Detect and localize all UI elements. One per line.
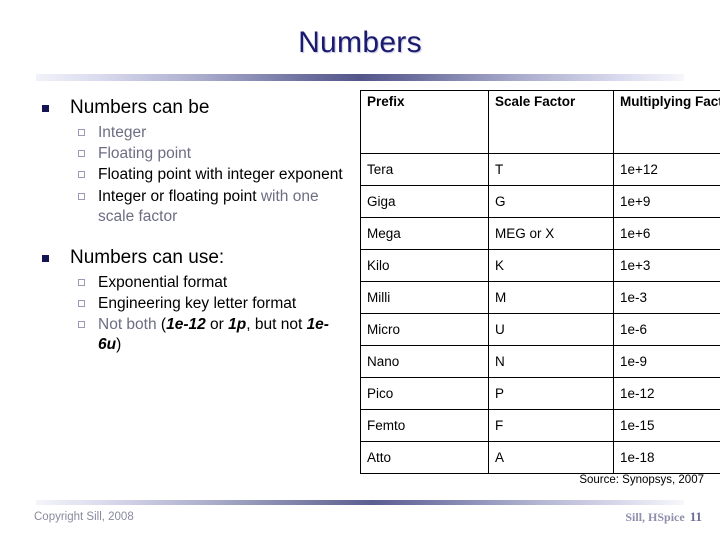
cell-scale: G (488, 185, 614, 218)
list-item-label: Floating point (98, 145, 192, 163)
hollow-square-bullet-icon (78, 171, 85, 179)
list-item: Floating point with integer exponent (30, 165, 352, 185)
hollow-square-bullet-icon (78, 192, 85, 200)
cell-scale: P (488, 377, 614, 410)
cell-multiplier: 1e+3 (613, 249, 720, 282)
cell-scale: F (488, 409, 614, 442)
bullet-content-panel: Numbers can be Integer Floating point Fl… (30, 96, 352, 357)
bullet-level1-numbers-can-be: Numbers can be (30, 96, 352, 119)
cell-scale: MEG or X (488, 217, 614, 250)
cell-prefix: Micro (360, 313, 489, 346)
hollow-square-bullet-icon (78, 129, 85, 137)
cell-multiplier: 1e-15 (613, 409, 720, 442)
table-row: Micro U 1e-6 (360, 313, 720, 346)
hollow-square-bullet-icon (78, 150, 85, 158)
column-header-prefix: Prefix (360, 90, 489, 154)
table-row: Atto A 1e-18 (360, 441, 720, 474)
table-row: Femto F 1e-15 (360, 409, 720, 442)
hollow-square-bullet-icon (78, 279, 85, 287)
table-row: Mega MEG or X 1e+6 (360, 217, 720, 250)
square-bullet-icon (42, 254, 49, 262)
list-item-label: Integer (98, 124, 147, 142)
list-item: Exponential format (30, 273, 352, 293)
table-body: Tera T 1e+12 Giga G 1e+9 Mega MEG or X 1… (360, 153, 720, 474)
hollow-square-bullet-icon (78, 300, 85, 308)
list-item: Floating point (30, 144, 352, 164)
title-divider-bar (36, 74, 684, 81)
list-item: Not both (1e-12 or 1p, but not 1e-6u) (30, 315, 352, 355)
cell-scale: K (488, 249, 614, 282)
table-row: Kilo K 1e+3 (360, 249, 720, 282)
footer-copyright: Copyright Sill, 2008 (34, 511, 134, 523)
cell-multiplier: 1e-6 (613, 313, 720, 346)
sublist-numbers-can-use: Exponential format Engineering key lette… (30, 273, 352, 356)
column-header-multiplying-factor: Multiplying Factor (613, 90, 720, 154)
list-item-label-black: Integer or floating point (98, 187, 261, 205)
cell-prefix: Mega (360, 217, 489, 250)
page-title: Numbers (298, 26, 422, 59)
table-header-row: Prefix Scale Factor Multiplying Factor (360, 90, 720, 154)
hollow-square-bullet-icon (78, 321, 85, 329)
cell-scale: A (488, 441, 614, 474)
list-item-example-2: 1p (228, 316, 247, 334)
list-item-text-a: ( (156, 316, 167, 334)
bullet-level1-label: Numbers can be (70, 97, 210, 118)
cell-prefix: Tera (360, 153, 489, 186)
list-item-label: Floating point with integer exponent (98, 166, 343, 184)
cell-scale: U (488, 313, 614, 346)
cell-multiplier: 1e-9 (613, 345, 720, 378)
footer-divider-bar (36, 500, 684, 505)
table-row: Pico P 1e-12 (360, 377, 720, 410)
table-row: Milli M 1e-3 (360, 281, 720, 314)
bullet-level1-label: Numbers can use: (70, 246, 225, 268)
list-item-label-muted: Not both (98, 316, 157, 334)
footer-deck-label: Sill, HSpice (625, 510, 685, 524)
cell-prefix: Giga (360, 185, 489, 218)
list-item: Engineering key letter format (30, 294, 352, 314)
table-row: Nano N 1e-9 (360, 345, 720, 378)
cell-multiplier: 1e-12 (613, 377, 720, 410)
cell-prefix: Milli (360, 281, 489, 314)
cell-multiplier: 1e-18 (613, 441, 720, 474)
sublist-numbers-can-be: Integer Floating point Floating point wi… (30, 123, 352, 227)
list-item-label: Exponential format (98, 274, 228, 292)
cell-scale: N (488, 345, 614, 378)
cell-multiplier: 1e+12 (613, 153, 720, 186)
cell-multiplier: 1e-3 (613, 281, 720, 314)
column-header-scale-factor: Scale Factor (488, 90, 614, 154)
cell-prefix: Femto (360, 409, 489, 442)
list-item: Integer or floating point with one scale… (30, 187, 352, 227)
list-item-label: Engineering key letter format (98, 295, 297, 313)
cell-prefix: Kilo (360, 249, 489, 282)
cell-scale: M (488, 281, 614, 314)
square-bullet-icon (42, 105, 49, 112)
cell-multiplier: 1e+6 (613, 217, 720, 250)
list-item-text-b: or (205, 316, 229, 334)
cell-prefix: Nano (360, 345, 489, 378)
table-row: Tera T 1e+12 (360, 153, 720, 186)
cell-prefix: Atto (360, 441, 489, 474)
cell-scale: T (488, 153, 614, 186)
footer-page-number: 11 (689, 509, 702, 524)
bullet-level1-numbers-can-use: Numbers can use: (30, 246, 352, 269)
source-attribution: Source: Synopsys, 2007 (579, 474, 704, 486)
table-row: Giga G 1e+9 (360, 185, 720, 218)
footer-deck-info: Sill, HSpice 11 (625, 509, 702, 525)
list-item-text-c: , but not (246, 316, 307, 334)
scale-factor-table: Prefix Scale Factor Multiplying Factor T… (360, 90, 720, 474)
cell-prefix: Pico (360, 377, 489, 410)
list-item-text-d: ) (116, 336, 122, 354)
list-item: Integer (30, 123, 352, 143)
list-item-example-1: 1e-12 (166, 316, 206, 334)
cell-multiplier: 1e+9 (613, 185, 720, 218)
